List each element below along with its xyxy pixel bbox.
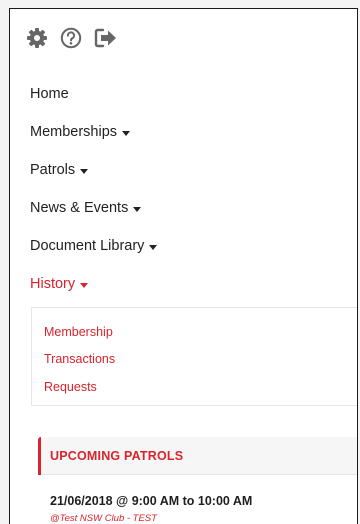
caret-down-icon (133, 206, 142, 212)
nav-item-label: Memberships (30, 124, 118, 140)
nav-item-label: History (30, 276, 76, 292)
caret-down-icon (122, 130, 131, 136)
patrol-time[interactable]: 21/06/2018 @ 9:00 AM to 10:00 AM (50, 494, 252, 508)
accent-bar (38, 437, 41, 475)
history-submenu: Membership Transactions Requests (31, 307, 357, 406)
submenu-item-membership[interactable]: Membership (44, 318, 357, 346)
toolbar (26, 27, 130, 49)
submenu-item-requests[interactable]: Requests (44, 373, 357, 401)
nav-item-home[interactable]: Home (30, 75, 357, 113)
upcoming-patrols-card: UPCOMING PATROLS 21/06/2018 @ 9:00 AM to… (38, 437, 357, 524)
submenu-item-transactions[interactable]: Transactions (44, 346, 357, 374)
nav-item-label: Home (30, 86, 69, 102)
gear-icon[interactable] (26, 27, 48, 49)
caret-down-icon (80, 282, 89, 288)
upcoming-patrols-title: UPCOMING PATROLS (50, 449, 184, 463)
nav-item-patrols[interactable]: Patrols (30, 151, 357, 189)
caret-down-icon (80, 168, 89, 174)
main-nav: Home Memberships Patrols News & Events D… (30, 75, 357, 303)
nav-item-label: Document Library (30, 238, 145, 254)
nav-item-label: News & Events (30, 200, 129, 216)
nav-item-news-events[interactable]: News & Events (30, 189, 357, 227)
sign-out-icon[interactable] (94, 27, 118, 49)
nav-item-document-library[interactable]: Document Library (30, 227, 357, 265)
mobile-menu-panel: Home Memberships Patrols News & Events D… (9, 8, 358, 524)
nav-item-history[interactable]: History (30, 265, 357, 303)
patrol-club: @Test NSW Club - TEST (50, 513, 157, 524)
caret-down-icon (149, 244, 158, 250)
nav-item-memberships[interactable]: Memberships (30, 113, 357, 151)
nav-item-label: Patrols (30, 162, 76, 178)
upcoming-patrols-header: UPCOMING PATROLS (38, 437, 357, 475)
help-circle-icon[interactable] (60, 27, 82, 49)
